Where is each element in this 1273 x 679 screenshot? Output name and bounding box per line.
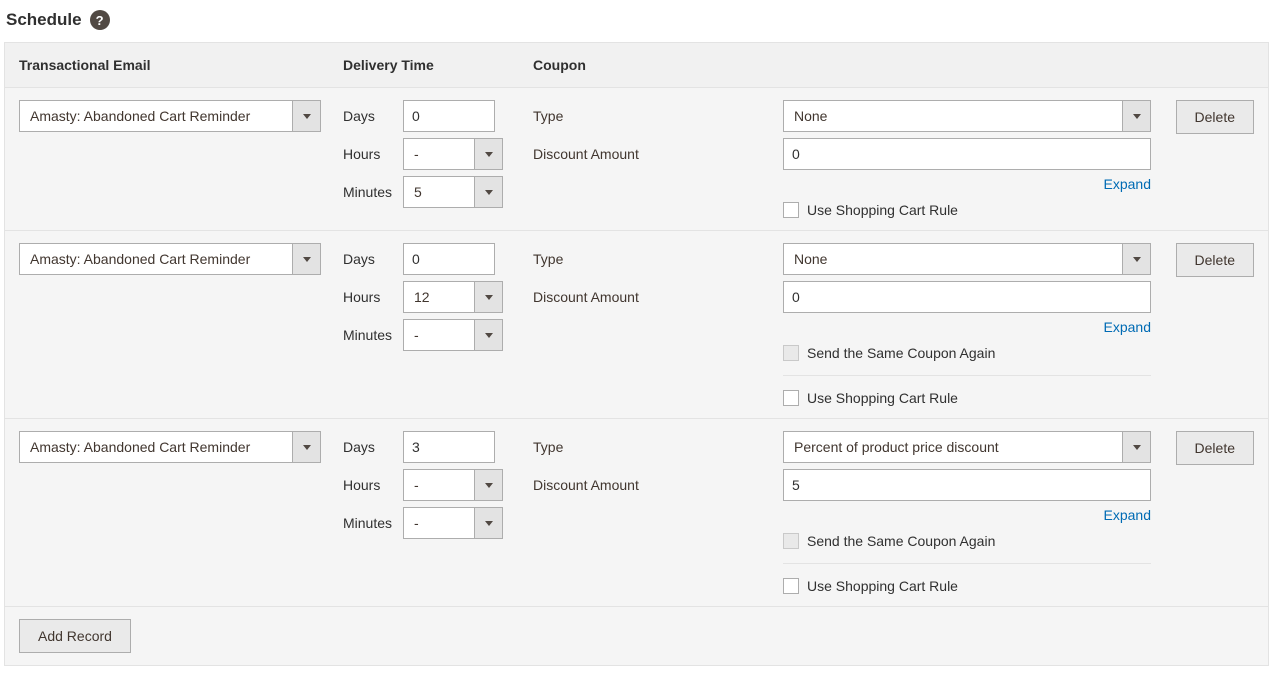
minutes-select[interactable]: 5 (403, 176, 503, 208)
header-email: Transactional Email (19, 57, 343, 73)
expand-link[interactable]: Expand (783, 319, 1151, 335)
email-template-select[interactable]: Amasty: Abandoned Cart Reminder (19, 100, 321, 132)
hours-value: - (404, 139, 474, 169)
chevron-down-icon[interactable] (292, 432, 320, 462)
coupon-type-value: None (784, 101, 1122, 131)
use-cart-rule-checkbox[interactable] (783, 578, 799, 594)
days-label: Days (343, 108, 403, 124)
minutes-label: Minutes (343, 184, 403, 200)
table-footer: Add Record (5, 606, 1268, 665)
same-coupon-label: Send the Same Coupon Again (807, 533, 995, 549)
coupon-type-select[interactable]: None (783, 100, 1151, 132)
divider (783, 375, 1151, 376)
coupon-type-select[interactable]: None (783, 243, 1151, 275)
coupon-type-value: Percent of product price discount (784, 432, 1122, 462)
hours-label: Hours (343, 477, 403, 493)
minutes-value: 5 (404, 177, 474, 207)
header-coupon: Coupon (533, 57, 783, 73)
discount-amount-label: Discount Amount (533, 146, 639, 162)
use-cart-rule-label: Use Shopping Cart Rule (807, 202, 958, 218)
type-label: Type (533, 439, 563, 455)
chevron-down-icon[interactable] (1122, 101, 1150, 131)
days-input[interactable] (403, 431, 495, 463)
chevron-down-icon[interactable] (474, 470, 502, 500)
hours-select[interactable]: - (403, 138, 503, 170)
hours-value: - (404, 470, 474, 500)
minutes-label: Minutes (343, 327, 403, 343)
minutes-value: - (404, 508, 474, 538)
chevron-down-icon[interactable] (474, 139, 502, 169)
discount-amount-label: Discount Amount (533, 289, 639, 305)
chevron-down-icon[interactable] (1122, 432, 1150, 462)
use-cart-rule-label: Use Shopping Cart Rule (807, 390, 958, 406)
chevron-down-icon[interactable] (292, 244, 320, 274)
hours-label: Hours (343, 289, 403, 305)
chevron-down-icon[interactable] (292, 101, 320, 131)
expand-link[interactable]: Expand (783, 176, 1151, 192)
same-coupon-checkbox (783, 345, 799, 361)
table-row: Amasty: Abandoned Cart Reminder Days Hou… (5, 230, 1268, 418)
hours-label: Hours (343, 146, 403, 162)
hours-value: 12 (404, 282, 474, 312)
chevron-down-icon[interactable] (1122, 244, 1150, 274)
email-template-value: Amasty: Abandoned Cart Reminder (20, 101, 292, 131)
minutes-value: - (404, 320, 474, 350)
email-template-select[interactable]: Amasty: Abandoned Cart Reminder (19, 243, 321, 275)
days-input[interactable] (403, 243, 495, 275)
email-template-value: Amasty: Abandoned Cart Reminder (20, 244, 292, 274)
discount-amount-input[interactable] (783, 469, 1151, 501)
table-header: Transactional Email Delivery Time Coupon (5, 43, 1268, 87)
discount-amount-label: Discount Amount (533, 477, 639, 493)
discount-amount-input[interactable] (783, 281, 1151, 313)
chevron-down-icon[interactable] (474, 320, 502, 350)
hours-select[interactable]: 12 (403, 281, 503, 313)
email-template-select[interactable]: Amasty: Abandoned Cart Reminder (19, 431, 321, 463)
days-label: Days (343, 251, 403, 267)
coupon-type-value: None (784, 244, 1122, 274)
hours-select[interactable]: - (403, 469, 503, 501)
discount-amount-input[interactable] (783, 138, 1151, 170)
same-coupon-label: Send the Same Coupon Again (807, 345, 995, 361)
days-label: Days (343, 439, 403, 455)
delete-button[interactable]: Delete (1176, 100, 1254, 134)
delete-button[interactable]: Delete (1176, 431, 1254, 465)
chevron-down-icon[interactable] (474, 177, 502, 207)
same-coupon-checkbox (783, 533, 799, 549)
coupon-type-select[interactable]: Percent of product price discount (783, 431, 1151, 463)
table-row: Amasty: Abandoned Cart Reminder Days Hou… (5, 87, 1268, 230)
section-title-text: Schedule (6, 10, 82, 30)
schedule-table: Transactional Email Delivery Time Coupon… (4, 42, 1269, 666)
type-label: Type (533, 251, 563, 267)
chevron-down-icon[interactable] (474, 508, 502, 538)
use-cart-rule-label: Use Shopping Cart Rule (807, 578, 958, 594)
section-title: Schedule ? (4, 10, 1269, 30)
chevron-down-icon[interactable] (474, 282, 502, 312)
help-icon[interactable]: ? (90, 10, 110, 30)
expand-link[interactable]: Expand (783, 507, 1151, 523)
table-row: Amasty: Abandoned Cart Reminder Days Hou… (5, 418, 1268, 606)
delete-button[interactable]: Delete (1176, 243, 1254, 277)
minutes-select[interactable]: - (403, 507, 503, 539)
minutes-select[interactable]: - (403, 319, 503, 351)
use-cart-rule-checkbox[interactable] (783, 202, 799, 218)
header-delivery: Delivery Time (343, 57, 533, 73)
type-label: Type (533, 108, 563, 124)
divider (783, 563, 1151, 564)
days-input[interactable] (403, 100, 495, 132)
minutes-label: Minutes (343, 515, 403, 531)
use-cart-rule-checkbox[interactable] (783, 390, 799, 406)
add-record-button[interactable]: Add Record (19, 619, 131, 653)
email-template-value: Amasty: Abandoned Cart Reminder (20, 432, 292, 462)
